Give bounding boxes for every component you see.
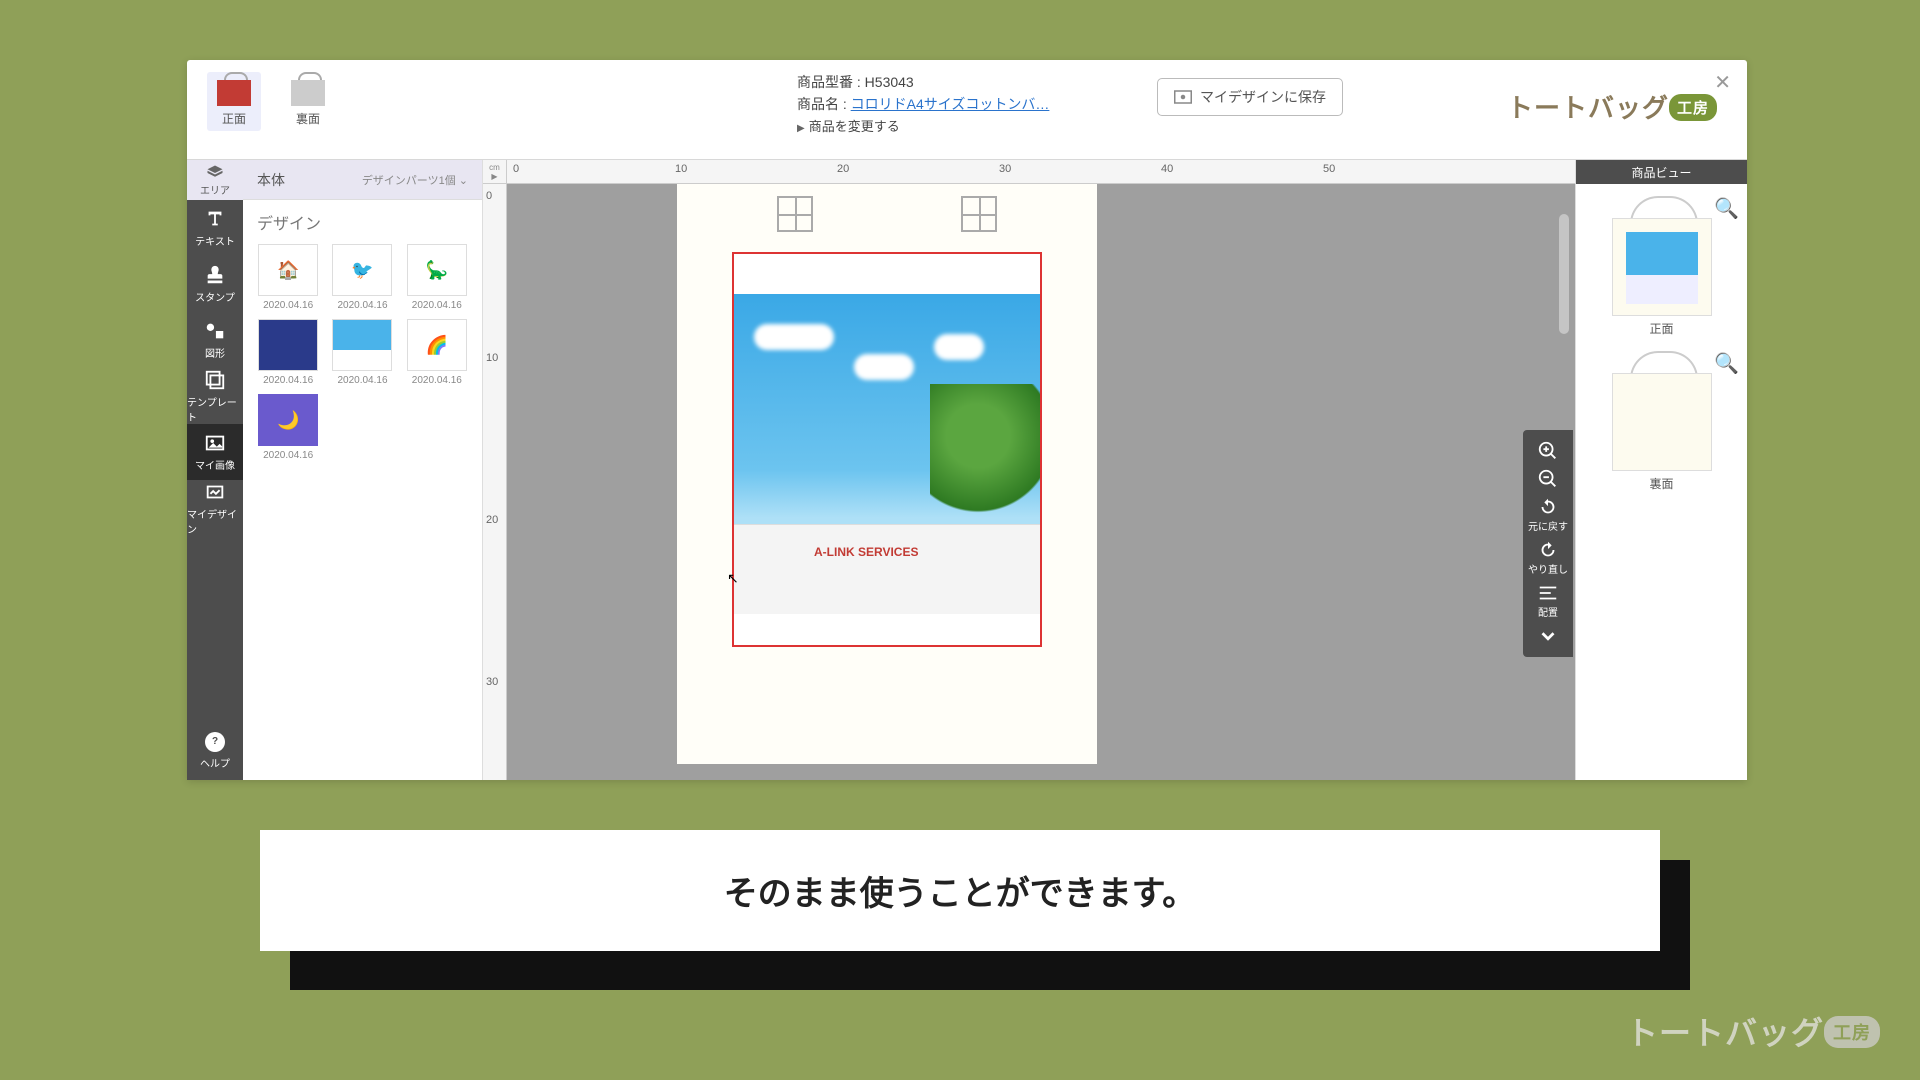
- zoom-icon[interactable]: 🔍: [1714, 196, 1739, 221]
- rail-stamp[interactable]: スタンプ: [187, 256, 243, 312]
- ruler-vertical: 0 10 20 30: [483, 184, 507, 780]
- caption-text: そのまま使うことができます。: [260, 830, 1660, 951]
- name-label: 商品名 :: [797, 96, 851, 112]
- image-icon: [204, 432, 226, 454]
- save-my-design-button[interactable]: マイデザインに保存: [1157, 78, 1343, 116]
- mydesign-icon: [204, 481, 226, 503]
- preview-back[interactable]: 裏面 🔍: [1588, 351, 1735, 492]
- side-front-button[interactable]: 正面: [207, 72, 261, 131]
- ruler-unit: cm▶: [483, 160, 507, 184]
- handle-marker: [961, 196, 997, 232]
- thumb-item[interactable]: 🦕2020.04.16: [404, 244, 470, 311]
- design-panel: 本体 デザインパーツ1個 ⌄ デザイン 🏠2020.04.16 🐦2020.04…: [243, 160, 483, 780]
- side-front-label: 正面: [222, 110, 246, 127]
- shapes-icon: [204, 320, 226, 342]
- rail-area[interactable]: エリア: [187, 160, 243, 200]
- tool-rail: エリア テキスト スタンプ 図形 テンプレート マイ画像 マイデザイン ?ヘルプ: [187, 160, 243, 780]
- text-icon: [204, 208, 226, 230]
- change-product-link[interactable]: 商品を変更する: [797, 116, 1137, 135]
- side-back-label: 裏面: [296, 110, 320, 127]
- scrollbar-vertical[interactable]: [1559, 214, 1569, 334]
- bag-surface: A-LINK SERVICES: [677, 184, 1097, 764]
- model-value: H53043: [865, 74, 914, 90]
- preview-title: 商品ビュー: [1576, 160, 1747, 184]
- zoom-icon[interactable]: 🔍: [1714, 351, 1739, 376]
- zoom-out-button[interactable]: [1537, 468, 1559, 490]
- thumb-item[interactable]: 🌈2020.04.16: [404, 319, 470, 386]
- align-button[interactable]: 配置: [1537, 582, 1559, 619]
- canvas-area: cm▶ 0 10 20 30 40 50 0 10 20 30: [483, 160, 1575, 780]
- rail-help[interactable]: ?ヘルプ: [187, 722, 243, 780]
- canvas-tools: 元に戻す やり直し 配置: [1523, 430, 1573, 657]
- save-label: マイデザインに保存: [1200, 87, 1326, 107]
- preview-front[interactable]: 正面 🔍: [1588, 196, 1735, 337]
- layers-icon: [206, 164, 224, 182]
- panel-body-label: 本体: [257, 170, 285, 190]
- header: 正面 裏面 商品型番 : H53043 商品名 : コロリドA4サイズコットンバ…: [187, 60, 1747, 160]
- placed-image[interactable]: A-LINK SERVICES: [734, 294, 1040, 614]
- help-icon: ?: [205, 732, 225, 752]
- align-icon: [1537, 582, 1559, 604]
- rail-text[interactable]: テキスト: [187, 200, 243, 256]
- thumb-item[interactable]: 🏠2020.04.16: [255, 244, 321, 311]
- zoom-in-icon: [1537, 440, 1559, 462]
- bag-front-icon: [217, 76, 251, 106]
- redo-button[interactable]: やり直し: [1528, 539, 1568, 576]
- chevron-down-icon: ⌄: [459, 175, 468, 187]
- print-area[interactable]: A-LINK SERVICES: [732, 252, 1042, 647]
- undo-icon: [1537, 496, 1559, 518]
- preview-panel: 商品ビュー 正面 🔍 裏面 🔍: [1575, 160, 1747, 780]
- brand-logo: トートバッグ工房: [1507, 88, 1717, 125]
- rail-shape[interactable]: 図形: [187, 312, 243, 368]
- model-label: 商品型番 :: [797, 74, 865, 90]
- rail-template[interactable]: テンプレート: [187, 368, 243, 424]
- parts-count[interactable]: デザインパーツ1個 ⌄: [362, 172, 468, 188]
- building-text: A-LINK SERVICES: [814, 545, 918, 559]
- thumb-item[interactable]: 2020.04.16: [255, 319, 321, 386]
- chevron-down-icon: [1537, 625, 1559, 647]
- side-back-button[interactable]: 裏面: [281, 72, 335, 131]
- thumb-item[interactable]: 2020.04.16: [329, 319, 395, 386]
- rail-my-image[interactable]: マイ画像: [187, 424, 243, 480]
- canvas[interactable]: A-LINK SERVICES: [507, 184, 1575, 780]
- ruler-horizontal: 0 10 20 30 40 50: [507, 160, 1575, 184]
- bag-back-icon: [291, 76, 325, 106]
- caption: そのまま使うことができます。: [260, 830, 1660, 951]
- thumb-item[interactable]: 🐦2020.04.16: [329, 244, 395, 311]
- template-icon: [204, 369, 226, 391]
- thumb-item[interactable]: 🌙2020.04.16: [255, 394, 321, 461]
- handle-marker: [777, 196, 813, 232]
- design-editor-window: 正面 裏面 商品型番 : H53043 商品名 : コロリドA4サイズコットンバ…: [187, 60, 1747, 780]
- thumbnail-grid: 🏠2020.04.16 🐦2020.04.16 🦕2020.04.16 2020…: [243, 244, 482, 461]
- panel-design-title: デザイン: [243, 200, 482, 244]
- undo-button[interactable]: 元に戻す: [1528, 496, 1568, 533]
- save-icon: [1174, 90, 1192, 104]
- rail-my-design[interactable]: マイデザイン: [187, 480, 243, 536]
- expand-button[interactable]: [1537, 625, 1559, 647]
- product-info: 商品型番 : H53043 商品名 : コロリドA4サイズコットンバ… 商品を変…: [797, 70, 1137, 137]
- stamp-icon: [204, 264, 226, 286]
- watermark: トートバッグ工房: [1626, 1008, 1880, 1054]
- close-button[interactable]: ✕: [1714, 70, 1731, 95]
- zoom-out-icon: [1537, 468, 1559, 490]
- zoom-in-button[interactable]: [1537, 440, 1559, 462]
- product-name-link[interactable]: コロリドA4サイズコットンバ…: [851, 96, 1050, 112]
- redo-icon: [1537, 539, 1559, 561]
